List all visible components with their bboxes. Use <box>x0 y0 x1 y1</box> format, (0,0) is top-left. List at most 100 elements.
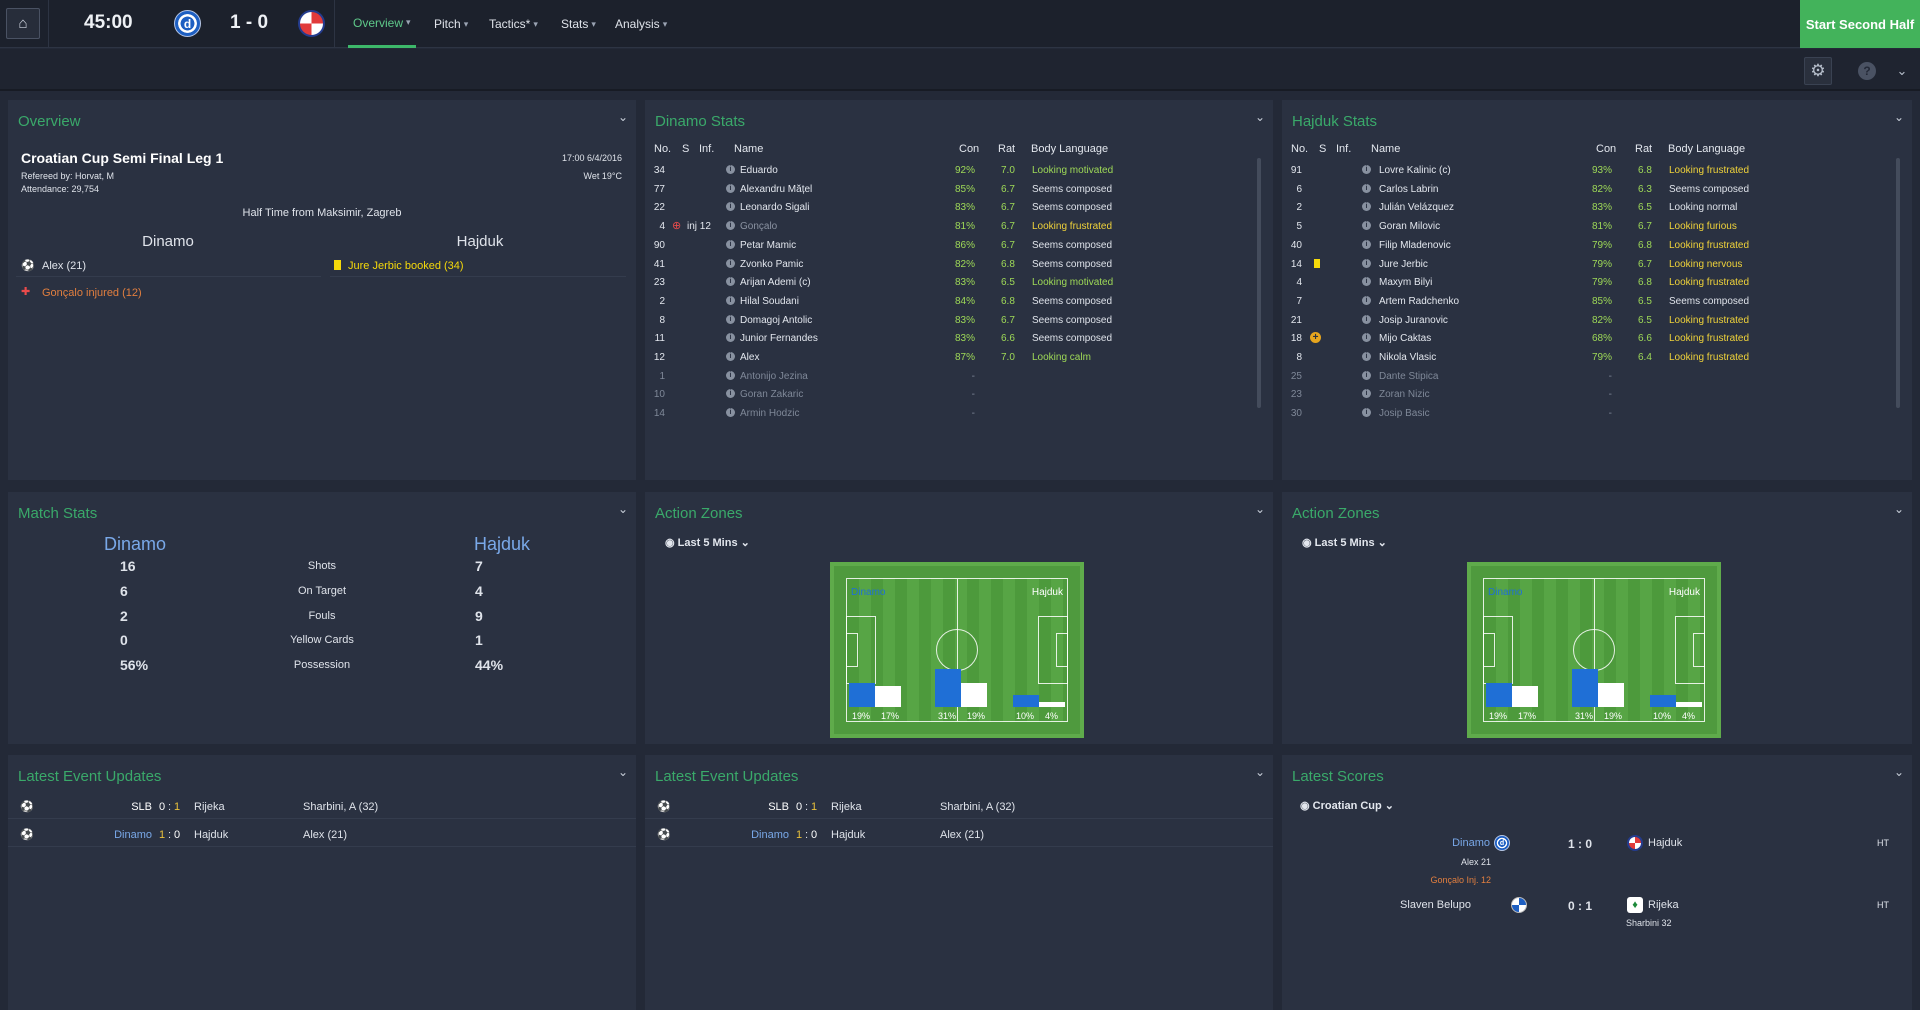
tab-stats[interactable]: Stats ▾ <box>561 0 596 48</box>
player-name[interactable]: Filip Mladenovic <box>1379 240 1451 251</box>
time-filter-dropdown[interactable]: ◉ Last 5 Mins ⌄ <box>1302 536 1387 549</box>
column-header[interactable]: Body Language <box>1668 143 1745 155</box>
away-team[interactable]: Rijeka <box>831 801 862 813</box>
scrollbar[interactable] <box>1896 158 1900 408</box>
player-name[interactable]: Domagoj Antolic <box>740 315 812 326</box>
collapse-button[interactable]: ⌄ <box>1255 110 1265 124</box>
player-name[interactable]: Zvonko Pamic <box>740 259 803 270</box>
info-icon[interactable]: i <box>726 333 735 343</box>
collapse-button[interactable]: ⌄ <box>1255 502 1265 516</box>
info-icon[interactable]: i <box>1362 183 1371 193</box>
column-header[interactable]: Name <box>1371 143 1400 155</box>
player-name[interactable]: Eduardo <box>740 165 778 176</box>
info-icon[interactable]: i <box>1362 258 1371 268</box>
info-icon[interactable]: i <box>726 370 735 380</box>
competition-dropdown[interactable]: ◉ Croatian Cup ⌄ <box>1300 799 1394 812</box>
collapse-button[interactable]: ⌄ <box>1894 110 1904 124</box>
home-team[interactable]: Dinamo <box>114 829 152 841</box>
table-row[interactable]: 14 i Armin Hodzic - <box>645 403 1255 425</box>
match-score[interactable]: 1 : 0 <box>1568 837 1592 851</box>
away-team[interactable]: Rijeka <box>194 801 225 813</box>
home-team[interactable]: SLB <box>768 801 789 813</box>
info-icon[interactable]: i <box>1362 277 1371 287</box>
player-name[interactable]: Artem Radchenko <box>1379 296 1459 307</box>
away-team[interactable]: Hajduk <box>1648 837 1682 849</box>
event-row[interactable]: ⚽ Dinamo 1:0 Hajduk Alex (21) <box>8 825 636 847</box>
collapse-button[interactable]: ⌄ <box>1894 502 1904 516</box>
column-header[interactable]: No. <box>654 143 671 155</box>
info-icon[interactable]: i <box>1362 314 1371 324</box>
home-team[interactable]: Dinamo <box>751 829 789 841</box>
table-row[interactable]: 30 i Josip Basic - <box>1282 403 1892 425</box>
player-name[interactable]: Josip Basic <box>1379 408 1430 419</box>
column-header[interactable]: No. <box>1291 143 1308 155</box>
home-team[interactable]: SLB <box>131 801 152 813</box>
home-team[interactable]: Slaven Belupo <box>1400 899 1471 911</box>
info-icon[interactable]: i <box>1362 165 1371 174</box>
player-name[interactable]: Junior Fernandes <box>740 333 818 344</box>
info-icon[interactable]: i <box>1362 221 1371 231</box>
info-icon[interactable]: i <box>726 277 735 287</box>
collapse-button[interactable]: ⌄ <box>618 765 628 779</box>
start-second-half-button[interactable]: Start Second Half <box>1800 0 1920 48</box>
player-name[interactable]: Petar Mamic <box>740 240 796 251</box>
player-name[interactable]: Antonijo Jezina <box>740 371 808 382</box>
scrollbar[interactable] <box>1257 158 1261 408</box>
info-icon[interactable]: i <box>726 202 735 212</box>
info-icon[interactable]: i <box>726 165 735 174</box>
info-icon[interactable]: i <box>1362 370 1371 380</box>
collapse-button[interactable]: ⌄ <box>618 502 628 516</box>
player-name[interactable]: Mijo Caktas <box>1379 333 1431 344</box>
collapse-button[interactable]: ⌄ <box>1894 765 1904 779</box>
info-icon[interactable]: i <box>726 389 735 399</box>
player-name[interactable]: Nikola Vlasic <box>1379 352 1436 363</box>
column-header[interactable]: Rat <box>998 143 1015 155</box>
player-name[interactable]: Gonçalo <box>740 221 777 232</box>
player-name[interactable]: Lovre Kalinic (c) <box>1379 165 1451 176</box>
tab-analysis[interactable]: Analysis ▾ <box>615 0 667 48</box>
tab-pitch[interactable]: Pitch ▾ <box>434 0 468 48</box>
menu-dropdown-button[interactable]: ⌄ <box>1888 57 1916 85</box>
info-icon[interactable]: i <box>726 314 735 324</box>
player-name[interactable]: Goran Zakaric <box>740 389 803 400</box>
column-header[interactable]: Inf. <box>699 143 714 155</box>
column-header[interactable]: S <box>1319 143 1326 155</box>
home-team[interactable]: Dinamo <box>1452 837 1490 849</box>
player-name[interactable]: Arijan Ademi (c) <box>740 277 811 288</box>
settings-button[interactable]: ⚙ <box>1804 57 1832 85</box>
column-header[interactable]: Inf. <box>1336 143 1351 155</box>
info-icon[interactable]: i <box>726 239 735 249</box>
info-icon[interactable]: i <box>1362 389 1371 399</box>
collapse-button[interactable]: ⌄ <box>1255 765 1265 779</box>
info-icon[interactable]: i <box>1362 408 1371 418</box>
player-name[interactable]: Jure Jerbic <box>1379 259 1428 270</box>
column-header[interactable]: Con <box>959 143 979 155</box>
info-icon[interactable]: i <box>1362 202 1371 212</box>
player-name[interactable]: Goran Milovic <box>1379 221 1440 232</box>
player-name[interactable]: Zoran Nizic <box>1379 389 1430 400</box>
player-name[interactable]: Maxym Bilyi <box>1379 277 1432 288</box>
match-score[interactable]: 0 : 1 <box>1568 899 1592 913</box>
player-name[interactable]: Armin Hodzic <box>740 408 799 419</box>
info-icon[interactable]: i <box>1362 239 1371 249</box>
info-icon[interactable]: i <box>726 183 735 193</box>
info-icon[interactable]: i <box>726 408 735 418</box>
event-row[interactable]: ⚽ SLB 0:1 Rijeka Sharbini, A (32) <box>8 797 636 819</box>
away-team[interactable]: Hajduk <box>194 829 228 841</box>
info-icon[interactable]: i <box>1362 333 1371 343</box>
player-name[interactable]: Leonardo Sigali <box>740 202 810 213</box>
column-header[interactable]: Con <box>1596 143 1616 155</box>
event-row[interactable]: ⚽ SLB 0:1 Rijeka Sharbini, A (32) <box>645 797 1273 819</box>
info-icon[interactable]: i <box>1362 352 1371 361</box>
column-header[interactable]: Name <box>734 143 763 155</box>
player-name[interactable]: Carlos Labrin <box>1379 184 1438 195</box>
time-filter-dropdown[interactable]: ◉ Last 5 Mins ⌄ <box>665 536 750 549</box>
info-icon[interactable]: i <box>726 352 735 361</box>
player-name[interactable]: Hilal Soudani <box>740 296 799 307</box>
info-icon[interactable]: i <box>726 221 735 231</box>
column-header[interactable]: Body Language <box>1031 143 1108 155</box>
column-header[interactable]: S <box>682 143 689 155</box>
event-row[interactable]: ⚽ Dinamo 1:0 Hajduk Alex (21) <box>645 825 1273 847</box>
help-button[interactable]: ? <box>1853 57 1881 85</box>
player-name[interactable]: Julián Velázquez <box>1379 202 1454 213</box>
